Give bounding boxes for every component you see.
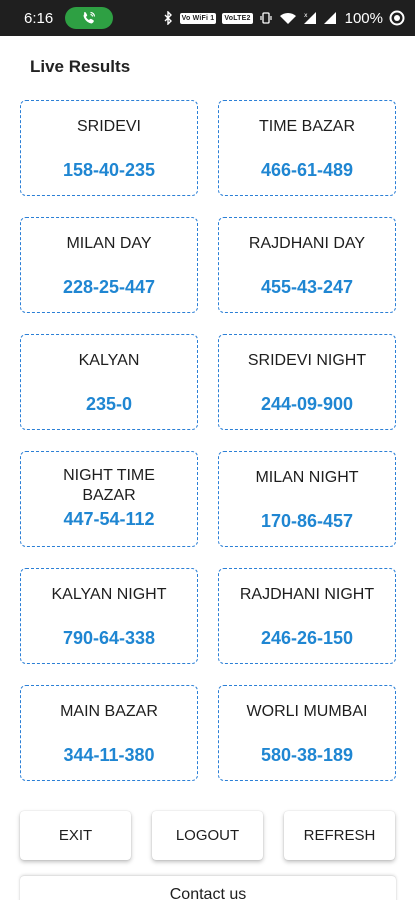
result-value: 244-09-900 [260, 394, 354, 414]
result-card[interactable]: TIME BAZAR 466-61-489 [218, 100, 396, 196]
result-card[interactable]: MILAN NIGHT 170-86-457 [218, 451, 396, 547]
result-card[interactable]: MILAN DAY 228-25-447 [20, 217, 198, 313]
status-time: 6:16 [24, 9, 54, 27]
result-name: RAJDHANI NIGHT [239, 586, 375, 603]
result-value: 235-0 [85, 394, 133, 414]
page-title: Live Results [30, 57, 131, 76]
cellular-signal-icon: x [303, 11, 317, 25]
results-grid: SRIDEVI 158-40-235 TIME BAZAR 466-61-489… [20, 100, 396, 781]
battery-percent: 100% [344, 9, 383, 27]
signal-icon [323, 11, 337, 25]
status-icons: Vo WiFi 1 VoLTE2 x 100% [162, 10, 405, 27]
result-value: 246-26-150 [260, 628, 354, 648]
result-name: NIGHT TIME BAZAR [63, 467, 155, 504]
result-card[interactable]: MAIN BAZAR 344-11-380 [20, 685, 198, 781]
wifi-icon [279, 11, 297, 25]
battery-icon [389, 10, 405, 26]
phone-call-icon[interactable] [65, 7, 114, 29]
refresh-button[interactable]: REFRESH [284, 811, 395, 860]
result-card[interactable]: RAJDHANI NIGHT 246-26-150 [218, 568, 396, 664]
logout-button[interactable]: LOGOUT [152, 811, 263, 860]
result-name: KALYAN [78, 352, 140, 369]
volte-badge: VoLTE2 [222, 12, 253, 24]
result-name: SRIDEVI NIGHT [247, 352, 367, 369]
vowifi-badge: Vo WiFi 1 [179, 12, 217, 24]
result-name: MILAN DAY [66, 235, 152, 252]
result-name: MAIN BAZAR [60, 703, 158, 720]
result-value: 170-86-457 [260, 511, 354, 531]
result-value: 455-43-247 [260, 277, 354, 297]
bluetooth-icon [162, 11, 174, 25]
result-card[interactable]: SRIDEVI NIGHT 244-09-900 [218, 334, 396, 430]
result-card[interactable]: RAJDHANI DAY 455-43-247 [218, 217, 396, 313]
result-value: 158-40-235 [62, 160, 156, 180]
result-card[interactable]: NIGHT TIME BAZAR 447-54-112 [20, 451, 198, 547]
result-name: SRIDEVI [76, 118, 141, 135]
result-card[interactable]: SRIDEVI 158-40-235 [20, 100, 198, 196]
status-bar: 6:16 Vo WiFi 1 VoLTE2 x 100% [0, 0, 415, 36]
result-value: 228-25-447 [62, 277, 156, 297]
svg-text:x: x [304, 12, 308, 19]
result-name: TIME BAZAR [258, 118, 355, 135]
result-value: 790-64-338 [62, 628, 156, 648]
result-name: MILAN NIGHT [255, 469, 359, 486]
result-card[interactable]: KALYAN 235-0 [20, 334, 198, 430]
result-card[interactable]: WORLI MUMBAI 580-38-189 [218, 685, 396, 781]
exit-button[interactable]: EXIT [20, 811, 131, 860]
result-name: RAJDHANI DAY [248, 235, 366, 252]
result-name: WORLI MUMBAI [246, 703, 368, 720]
contact-us-button[interactable]: Contact us [20, 876, 396, 900]
vibrate-icon [259, 11, 273, 25]
result-value: 580-38-189 [260, 745, 354, 765]
result-value: 466-61-489 [260, 160, 354, 180]
result-card[interactable]: KALYAN NIGHT 790-64-338 [20, 568, 198, 664]
result-value: 344-11-380 [63, 745, 155, 765]
result-name: KALYAN NIGHT [51, 586, 167, 603]
result-value: 447-54-112 [63, 509, 155, 529]
